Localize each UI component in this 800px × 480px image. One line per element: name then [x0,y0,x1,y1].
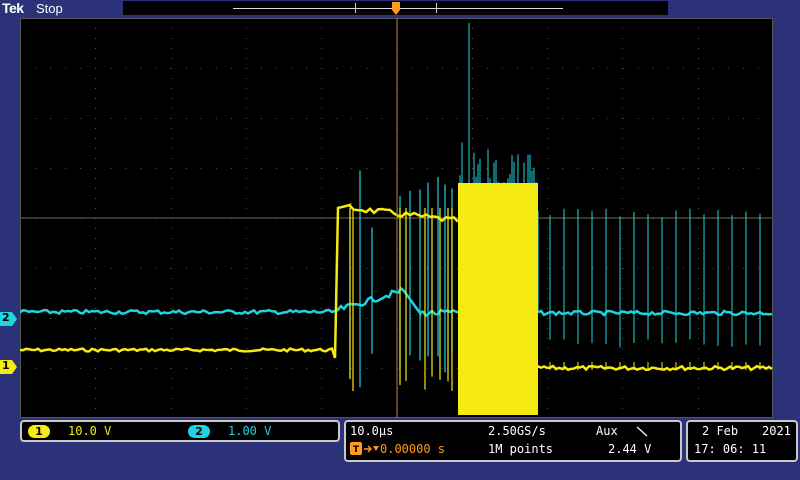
channel-2-badge: 2 [188,424,210,438]
svg-text:T: T [353,445,360,455]
trigger-delay-icon: T [350,442,379,455]
trigger-delay-readout: T 0.00000 s [350,442,445,456]
channel-2-trace [20,23,773,398]
trigger-level: 2.44 V [608,442,652,456]
sample-rate: 2.50GS/s [488,424,546,438]
channel-2-ground-marker[interactable]: 2 [0,311,18,326]
channel-1-ground-marker[interactable]: 1 [0,359,18,374]
channel-readout-panel[interactable]: 1 10.0 V 2 1.00 V [20,420,340,442]
channel-1-marker-label: 1 [2,359,10,372]
brand-logo: Tek [2,0,24,16]
readout-bar: 1 10.0 V 2 1.00 V 10.0µs T 0.00000 s 2.5… [0,418,800,480]
run-stop-status[interactable]: Stop [36,1,63,16]
waveform-display[interactable] [20,18,773,418]
channel-2-marker-label: 2 [2,311,10,324]
falling-edge-icon [636,426,648,437]
channel-2-scale: 1.00 V [228,424,272,438]
trigger-delay-value: 0.00000 s [380,442,446,456]
channel-1-scale: 10.0 V [68,424,112,438]
waveform-canvas [20,18,773,418]
record-length: 1M points [488,442,554,456]
date: 2 Feb [702,424,739,438]
trigger-source: Aux [596,424,618,438]
horizontal-scale: 10.0µs [350,424,394,438]
date-time-panel: 2 Feb 2021 17: 06: 11 [686,420,798,462]
year: 2021 [762,424,791,438]
timebase-panel[interactable]: 10.0µs T 0.00000 s 2.50GS/s 1M points Au… [344,420,682,462]
time: 17: 06: 11 [694,442,767,456]
channel-1-badge: 1 [28,424,50,438]
